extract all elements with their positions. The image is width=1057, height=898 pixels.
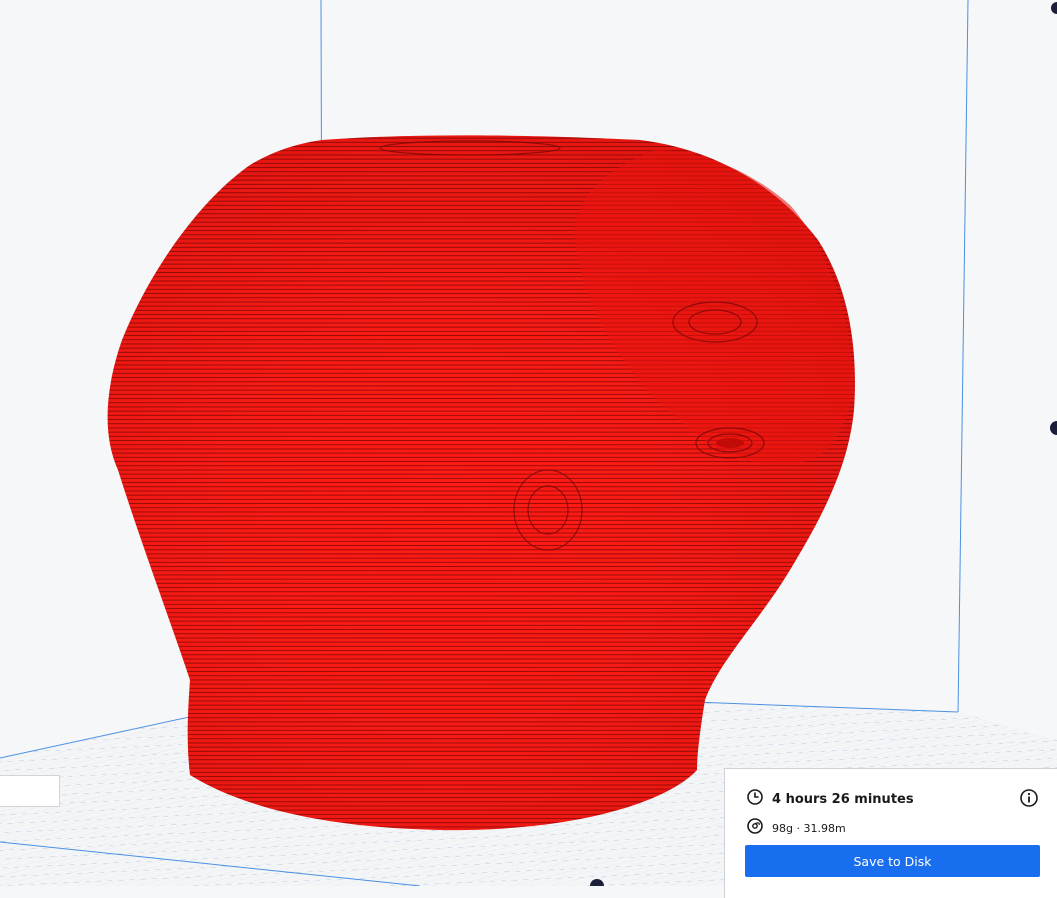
save-to-disk-button[interactable]: Save to Disk [745,845,1040,877]
clock-icon [746,788,764,810]
3d-viewport[interactable] [0,0,1057,886]
print-time-label: 4 hours 26 minutes [772,791,914,807]
print-time-row: 4 hours 26 minutes [746,788,914,810]
left-panel-field[interactable] [0,775,60,807]
viewport-canvas[interactable] [0,0,1057,886]
print-estimate-panel: 4 hours 26 minutes 98g · 31.98m Save to … [724,768,1057,898]
info-icon[interactable] [1019,788,1039,808]
material-row: 98g · 31.98m [746,817,846,839]
spool-icon [746,817,764,839]
material-label: 98g · 31.98m [772,821,846,835]
handle-mid-right[interactable] [1050,421,1057,435]
handle-top-right[interactable] [1051,2,1057,14]
